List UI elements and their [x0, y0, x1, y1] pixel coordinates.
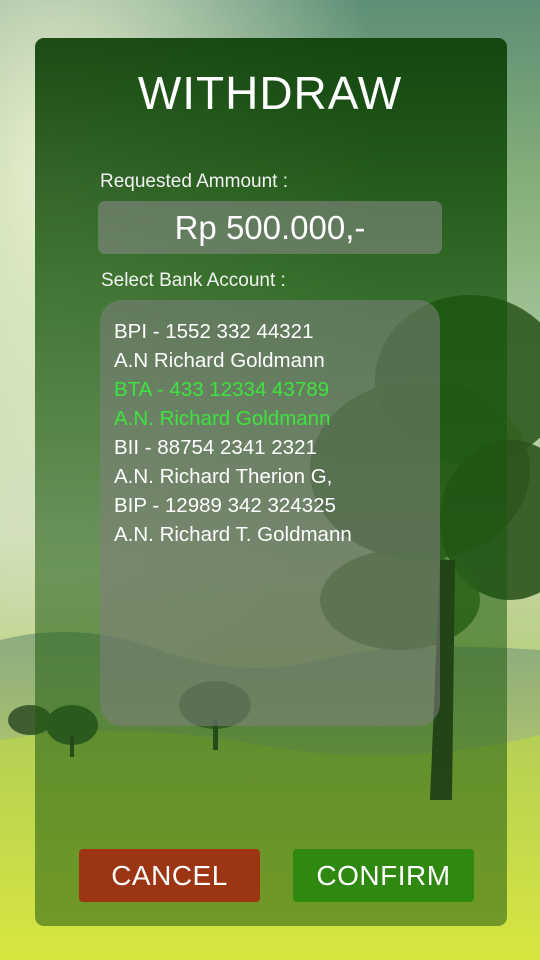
bank-account-item-selected[interactable]: BTA - 433 12334 43789 A.N. Richard Goldm… [114, 375, 440, 433]
select-bank-account-label: Select Bank Account : [101, 270, 286, 291]
requested-amount-field[interactable]: Rp 500.000,- [98, 201, 442, 254]
bank-account-item[interactable]: BII - 88754 2341 2321 A.N. Richard Theri… [114, 433, 440, 491]
bank-account-holder: A.N. Richard T. Goldmann [114, 523, 352, 546]
requested-amount-value: Rp 500.000,- [174, 208, 366, 246]
bank-account-holder: A.N. Richard Therion G, [114, 465, 333, 488]
page-title: WITHDRAW [137, 67, 403, 119]
bank-account-holder: A.N Richard Goldmann [114, 349, 325, 372]
requested-amount-label: Requested Ammount : [100, 171, 288, 192]
confirm-button[interactable]: CONFIRM [293, 849, 474, 902]
bank-account-item[interactable]: BPI - 1552 332 44321 A.N Richard Goldman… [114, 317, 440, 375]
bank-account-number: BII - 88754 2341 2321 [114, 436, 317, 459]
bank-account-item[interactable]: BIP - 12989 342 324325 A.N. Richard T. G… [114, 491, 440, 549]
bank-account-number: BPI - 1552 332 44321 [114, 320, 314, 343]
bank-account-holder: A.N. Richard Goldmann [114, 407, 331, 430]
bank-account-list[interactable]: BPI - 1552 332 44321 A.N Richard Goldman… [100, 300, 440, 726]
bank-account-number: BTA - 433 12334 43789 [114, 378, 330, 401]
cancel-button[interactable]: CANCEL [79, 849, 260, 902]
bank-account-number: BIP - 12989 342 324325 [114, 494, 336, 517]
